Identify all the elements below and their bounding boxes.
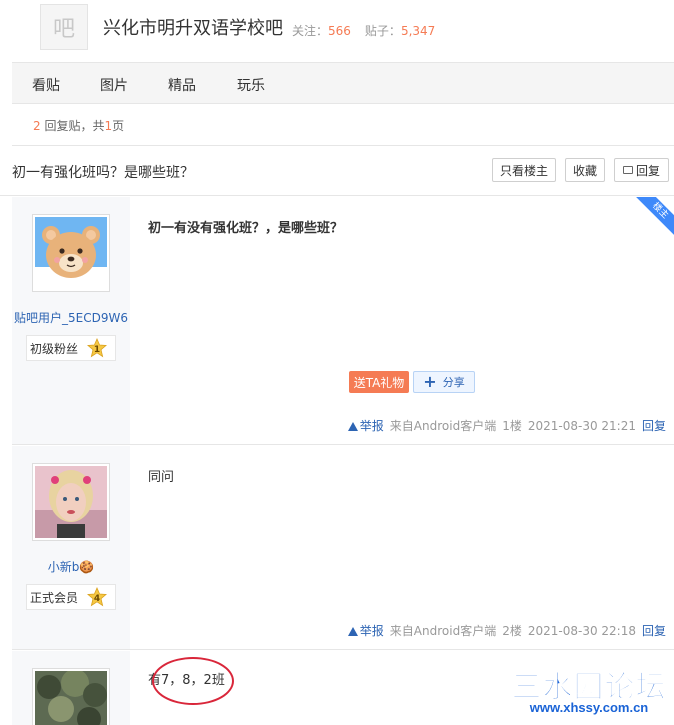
watermark-url: www.xhssy.com.cn — [529, 700, 649, 715]
pager-bar: 2 回复贴，共1页 — [12, 104, 674, 146]
op-badge: 楼主 — [636, 197, 674, 235]
post-reply-link[interactable]: 回复 — [642, 419, 666, 433]
post-author-panel: 小新b🍪 正式会员 4 — [12, 446, 130, 649]
post-source: 来自Android客户端 — [389, 624, 497, 638]
nav-tab-posts[interactable]: 看贴 — [32, 75, 60, 95]
nav-tab-fun[interactable]: 玩乐 — [237, 75, 265, 95]
level-star-icon: 4 — [87, 587, 107, 607]
page-suffix: 页 — [112, 119, 125, 133]
post-time: 2021-08-30 21:21 — [527, 419, 636, 433]
forum-nav: 看贴 图片 精品 玩乐 — [12, 62, 674, 104]
user-name[interactable]: 贴吧用户_5ECD9W6 — [12, 309, 130, 326]
user-name[interactable]: 小新b🍪 — [12, 558, 130, 575]
follow-count: 566 — [328, 24, 351, 38]
share-label: 分享 — [442, 376, 465, 389]
pager-text: 2 回复贴，共1页 — [33, 117, 124, 134]
page-count[interactable]: 1 — [104, 119, 112, 133]
posts-count: 5,347 — [400, 24, 436, 38]
report-link[interactable]: 举报 — [347, 419, 384, 433]
plus-icon: + — [423, 372, 437, 391]
post-text: 初一有没有强化班？，是哪些班？ — [148, 221, 344, 236]
share-button[interactable]: + 分享 — [413, 371, 475, 393]
avatar[interactable] — [32, 668, 110, 725]
photo-avatar-icon — [35, 671, 107, 725]
level-badge[interactable]: 初级粉丝 1 — [26, 335, 116, 361]
post-floor: 1楼 — [502, 419, 522, 433]
post-floor-1: 贴吧用户_5ECD9W6 初级粉丝 1 楼主 初一有没有强化班？，是哪些班？ 送… — [12, 197, 674, 445]
post-footer: 举报 来自Android客户端 2楼 2021-08-30 22:18 回复 — [347, 622, 666, 639]
reply-button[interactable]: 回复 — [614, 158, 669, 182]
post-floor-2: 小新b🍪 正式会员 4 同问 举报 来自Android客户端 2楼 2021-08-3… — [12, 446, 674, 650]
level-number: 1 — [94, 345, 100, 355]
forum-logo[interactable]: 吧 — [40, 4, 88, 50]
site-watermark: 三水园论坛 www.xhssy.com.cn — [504, 662, 674, 725]
report-label: 举报 — [359, 419, 384, 433]
level-title: 正式会员 — [30, 590, 79, 605]
post-footer: 举报 来自Android客户端 1楼 2021-08-30 21:21 回复 — [347, 417, 666, 434]
send-gift-button[interactable]: 送TA礼物 — [349, 371, 409, 393]
post-content: 同问 — [148, 470, 175, 485]
portrait-avatar-icon — [35, 466, 107, 538]
nav-tab-featured[interactable]: 精品 — [168, 75, 196, 95]
posts-label: 贴子： — [364, 24, 401, 38]
reply-icon — [622, 166, 633, 174]
forum-stats: 关注：566 贴子：5,347 — [292, 22, 435, 39]
forum-name[interactable]: 兴化市明升双语学校吧 — [103, 14, 283, 40]
only-op-button[interactable]: 只看楼主 — [492, 158, 556, 182]
reply-button-label: 回复 — [635, 163, 660, 178]
post-reply-link[interactable]: 回复 — [642, 624, 666, 638]
reply-text: 回复贴，共 — [44, 119, 105, 133]
level-badge[interactable]: 正式会员 4 — [26, 584, 116, 610]
level-star-icon: 1 — [87, 338, 107, 358]
post-author-panel — [12, 651, 130, 725]
reply-count: 2 — [33, 119, 41, 133]
report-link[interactable]: 举报 — [347, 624, 384, 638]
op-ribbon: 楼主 — [636, 197, 674, 235]
level-number: 4 — [94, 594, 100, 604]
follow-label: 关注： — [292, 24, 329, 38]
post-floor: 2楼 — [502, 624, 522, 638]
avatar[interactable] — [32, 214, 110, 292]
avatar[interactable] — [32, 463, 110, 541]
level-title: 初级粉丝 — [30, 341, 79, 356]
post-time: 2021-08-30 22:18 — [527, 624, 636, 638]
report-label: 举报 — [359, 624, 384, 638]
forum-header: 吧 兴化市明升双语学校吧 关注：566 贴子：5,347 — [0, 0, 674, 62]
post-source: 来自Android客户端 — [389, 419, 497, 433]
warning-icon — [347, 627, 358, 636]
thread-title: 初一有强化班吗？是哪些班？ — [12, 165, 194, 181]
post-author-panel: 贴吧用户_5ECD9W6 初级粉丝 1 — [12, 197, 130, 444]
annotation-circle — [152, 657, 234, 705]
post-content: 初一有没有强化班？，是哪些班？ — [148, 217, 343, 236]
bear-avatar-icon — [35, 217, 107, 289]
nav-tab-pictures[interactable]: 图片 — [100, 75, 128, 95]
favorite-button[interactable]: 收藏 — [565, 158, 605, 182]
warning-icon — [347, 422, 358, 431]
thread-title-bar: 初一有强化班吗？是哪些班？ 只看楼主 收藏 回复 — [0, 147, 674, 196]
